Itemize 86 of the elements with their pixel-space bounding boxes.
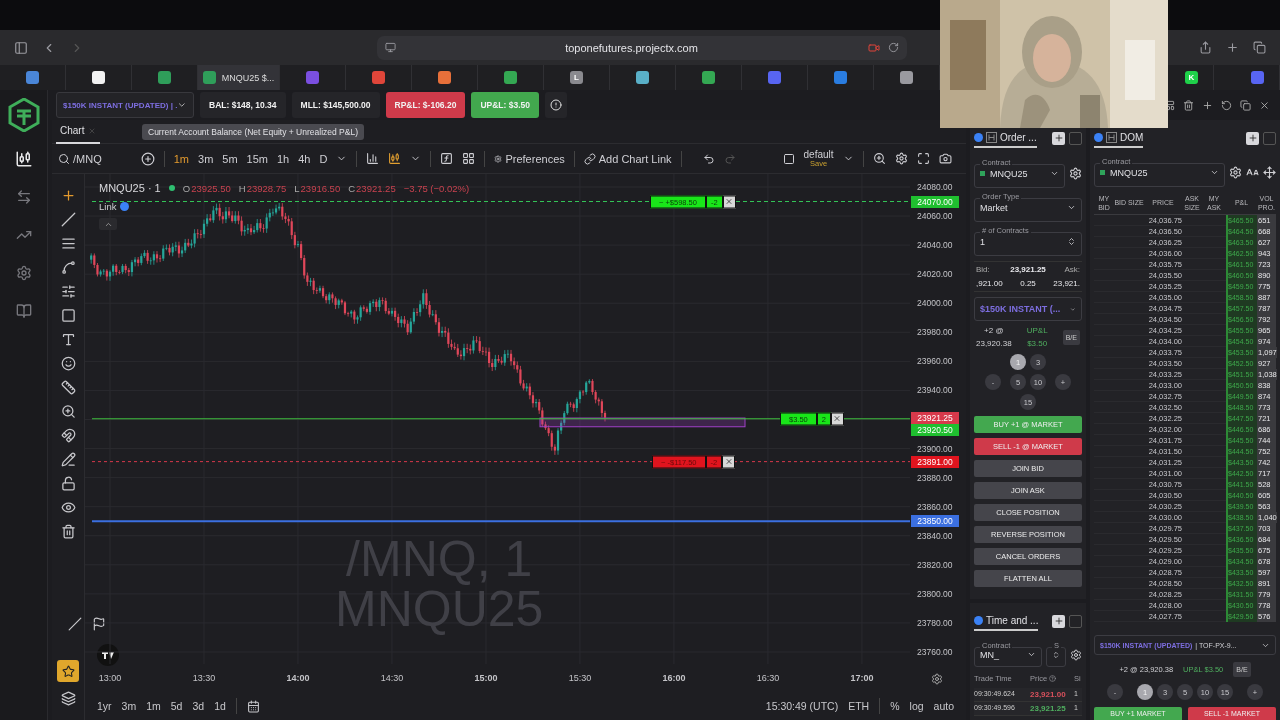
account-stat: BAL: $148, 10.34 bbox=[200, 92, 286, 118]
scale-button[interactable]: log bbox=[909, 700, 924, 712]
time-axis-label: 15:00 bbox=[474, 673, 498, 683]
browser-tab[interactable]: MNQU25 $... bbox=[198, 65, 280, 90]
upl-label: UP&L bbox=[1026, 326, 1048, 335]
bid-label: Bid: bbox=[976, 265, 990, 274]
favicon-icon: L bbox=[570, 71, 583, 84]
price-axis-label: 24020.00 bbox=[917, 269, 953, 280]
time-axis-label: 14:00 bbox=[286, 673, 310, 683]
ohlc-key: L bbox=[294, 182, 300, 194]
bid-price: ,921.00 bbox=[976, 279, 1003, 288]
upl-value: $3.50 bbox=[1027, 339, 1048, 348]
table-cell-text: 23,921.00 bbox=[1030, 690, 1067, 699]
range-button[interactable]: 1yr bbox=[97, 700, 112, 712]
position-price: 23,920.38 bbox=[976, 339, 1012, 348]
price-tag: 23850.00 bbox=[911, 515, 959, 528]
symbol-search[interactable]: /MNQ bbox=[58, 152, 102, 165]
time-axis-label: 15:30 bbox=[568, 673, 592, 683]
price-axis-label: 23900.00 bbox=[917, 443, 953, 454]
last-price: 23,921.25 bbox=[1010, 265, 1046, 274]
time-and-sales-tab[interactable]: Time and ... bbox=[974, 611, 1039, 631]
account-select[interactable]: $150K INSTANT (... bbox=[974, 297, 1082, 321]
range-button[interactable]: 3d bbox=[192, 700, 205, 712]
range-button[interactable]: 5d bbox=[170, 700, 183, 712]
timeframe-button[interactable]: 3m bbox=[198, 152, 214, 165]
account-stat: MLL: $145,500.00 bbox=[291, 92, 380, 118]
price-axis-label: 23760.00 bbox=[917, 647, 953, 657]
price-axis-label: 23940.00 bbox=[917, 385, 953, 396]
time-axis-label: 13:30 bbox=[192, 673, 216, 683]
table-cell-text: 23,921.25 bbox=[1030, 704, 1067, 713]
chart-tab[interactable]: Chart bbox=[56, 119, 101, 144]
price-tag: 23891.00 bbox=[911, 455, 959, 468]
time-axis-label: 16:00 bbox=[662, 673, 686, 683]
symbol-title: MNQU25 · 1 bbox=[99, 182, 161, 194]
ohlc-value: 23925.50 bbox=[191, 182, 231, 194]
scale-button[interactable]: % bbox=[890, 700, 900, 712]
price-axis-label: 23780.00 bbox=[917, 617, 953, 628]
price-axis-label: 23960.00 bbox=[917, 356, 953, 367]
price-tag: 24070.00 bbox=[911, 195, 959, 208]
account-dropdown[interactable]: $150K INSTANT (UPDATED) | . bbox=[56, 92, 194, 118]
range-button[interactable]: 1d bbox=[214, 700, 226, 712]
ohlc-key: C bbox=[348, 182, 356, 194]
time-axis-label: 16:30 bbox=[756, 673, 780, 683]
tooltip: Current Account Balance (Net Equity + Unrealized P&L) bbox=[142, 124, 364, 140]
range-button[interactable]: 1m bbox=[146, 700, 161, 712]
preferences-button[interactable]: Preferences bbox=[494, 152, 565, 165]
price-axis-label: 23980.00 bbox=[917, 327, 953, 338]
price-axis-label: 24000.00 bbox=[917, 298, 953, 309]
price-axis-label: 24040.00 bbox=[917, 240, 953, 251]
time-axis-label: 13:00 bbox=[98, 673, 122, 683]
account-stat: UP&L: $3.50 bbox=[471, 92, 539, 118]
timeframe-button[interactable]: 15m bbox=[246, 152, 268, 165]
ask-price: 23,921. bbox=[1053, 279, 1080, 288]
clock-label: 15:30:49 (UTC) bbox=[765, 700, 839, 712]
timeframe-button[interactable]: 4h bbox=[298, 152, 311, 165]
price-axis-label: 23860.00 bbox=[917, 501, 953, 512]
price-axis-label: 23800.00 bbox=[917, 588, 953, 599]
price-axis-label: 23840.00 bbox=[917, 530, 953, 541]
timeframe-button[interactable]: D bbox=[319, 152, 328, 165]
timeframe-button[interactable]: 1h bbox=[277, 152, 290, 165]
timeframe-button[interactable]: 5m bbox=[222, 152, 238, 165]
time-axis-label: 17:00 bbox=[850, 673, 874, 683]
range-button[interactable]: 3m bbox=[121, 700, 137, 712]
ohlc-key: O bbox=[182, 182, 191, 194]
price-axis-label: 23820.00 bbox=[917, 559, 953, 570]
price-tag: 23921.25 bbox=[911, 411, 959, 424]
timeframe-button[interactable]: 1m bbox=[173, 152, 189, 165]
favicon-icon: K bbox=[1185, 71, 1198, 84]
price-axis-label: 24060.00 bbox=[917, 211, 953, 222]
session-button[interactable]: ETH bbox=[848, 700, 870, 712]
chart-link-button[interactable]: Add Chart Link bbox=[583, 152, 672, 165]
ohlc-value: 23916.50 bbox=[300, 182, 341, 194]
ohlc-key: H bbox=[238, 182, 246, 194]
address-bar[interactable]: toponefutures.projectx.com bbox=[376, 35, 907, 60]
ohlc-value: 23921.25 bbox=[356, 182, 396, 194]
price-axis-label: 23880.00 bbox=[917, 472, 953, 483]
account-stat: RP&L: $-106.20 bbox=[385, 92, 466, 118]
scale-button[interactable]: auto bbox=[933, 700, 954, 712]
price-axis-label: 24080.00 bbox=[917, 182, 953, 192]
spread-value: 0.25 bbox=[1020, 279, 1036, 288]
ask-label: Ask: bbox=[1064, 265, 1080, 274]
position-label: +2 @ bbox=[984, 326, 1004, 335]
time-axis-label: 14:30 bbox=[380, 673, 404, 683]
ohlc-value: 23928.75 bbox=[246, 182, 287, 194]
link-label[interactable]: Link bbox=[99, 201, 117, 212]
change-value: −3.75 (−0.02%) bbox=[403, 182, 470, 194]
